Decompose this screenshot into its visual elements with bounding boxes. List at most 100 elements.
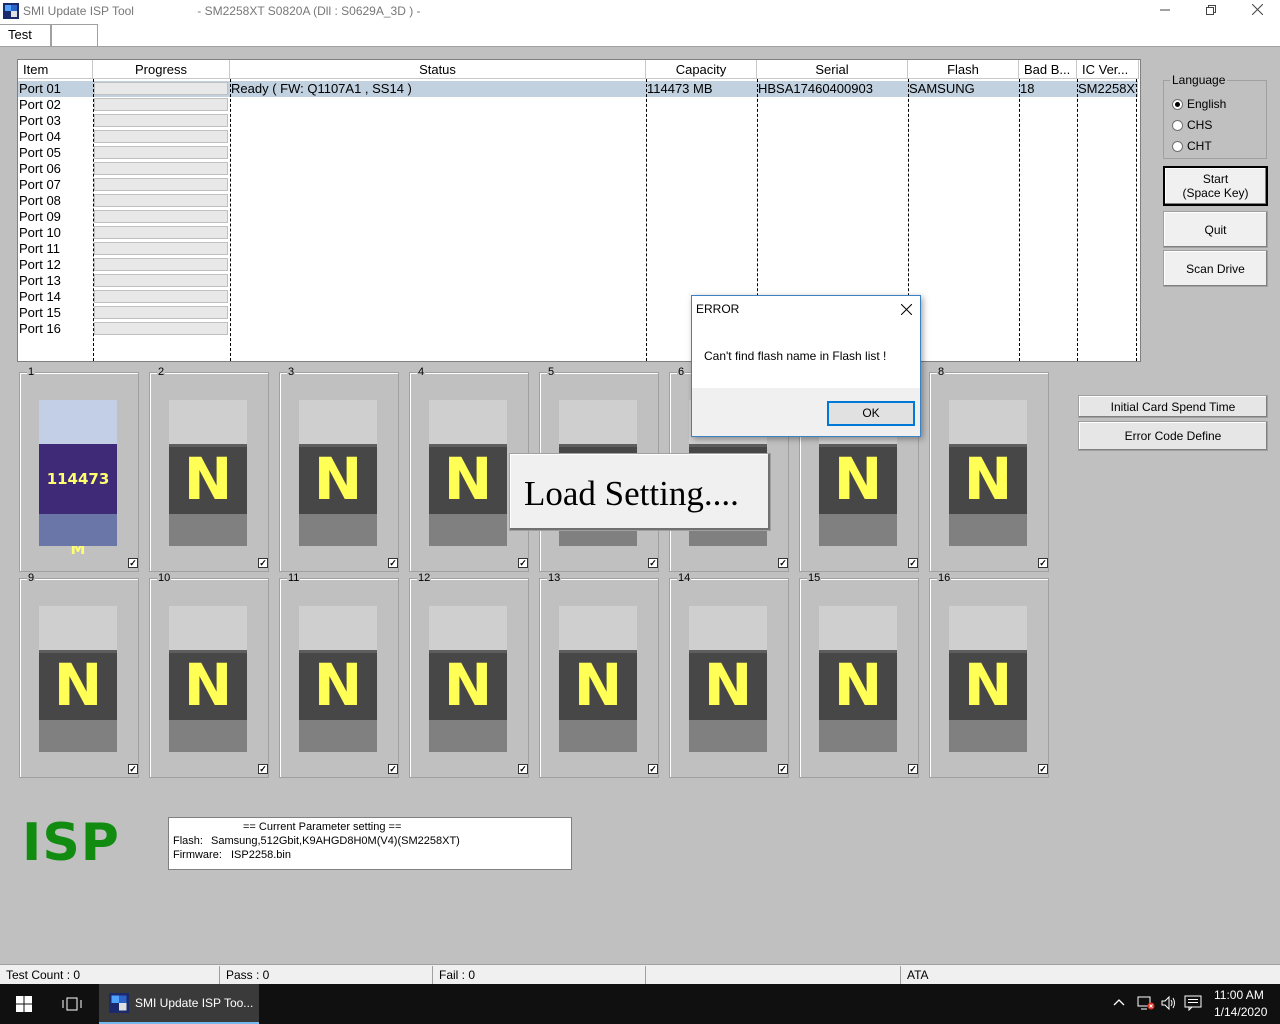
col-ic-version[interactable]: IC Ver... — [1077, 60, 1139, 79]
taskbar-app-button[interactable]: SMI Update ISP Too... — [99, 984, 259, 1024]
progress-bar — [94, 274, 228, 287]
param-firmware-value: ISP2258.bin — [231, 849, 291, 861]
port-number: 4 — [417, 366, 426, 378]
drive-icon-top — [949, 606, 1027, 650]
col-capacity[interactable]: Capacity — [646, 60, 757, 79]
start-menu-button[interactable] — [0, 984, 48, 1024]
ok-button[interactable]: OK — [827, 401, 915, 426]
tab-test[interactable]: Test — [0, 24, 51, 46]
tray-chevron-up-icon[interactable] — [1113, 996, 1125, 1010]
app-title: SMI Update ISP Tool — [23, 4, 134, 18]
task-view-button[interactable] — [48, 984, 96, 1024]
col-progress[interactable]: Progress — [93, 60, 230, 79]
radio-english-label[interactable]: English — [1187, 97, 1226, 111]
progress-bar — [94, 290, 228, 303]
progress-bar — [94, 242, 228, 255]
port-enable-checkbox[interactable]: ✓ — [778, 558, 788, 568]
volume-icon[interactable] — [1160, 995, 1178, 1014]
scan-drive-button[interactable]: Scan Drive — [1163, 250, 1268, 287]
drive-icon-top — [819, 606, 897, 650]
port-number: 9 — [27, 572, 36, 584]
radio-english[interactable] — [1172, 99, 1183, 110]
tab-blank[interactable] — [51, 24, 98, 46]
close-icon — [1251, 3, 1263, 16]
port-enable-checkbox[interactable]: ✓ — [1038, 764, 1048, 774]
drive-icon-bottom — [39, 720, 117, 752]
error-dialog-title: ERROR — [696, 302, 740, 316]
drive-status-label: N — [39, 650, 117, 720]
port-enable-checkbox[interactable]: ✓ — [518, 558, 528, 568]
progress-bar — [94, 162, 228, 175]
progress-bar — [94, 322, 228, 335]
clock-time[interactable]: 11:00 AM — [1214, 988, 1264, 1002]
port-enable-checkbox[interactable]: ✓ — [258, 558, 268, 568]
notification-icon[interactable] — [1184, 995, 1202, 1014]
isp-logo: ISP — [22, 813, 120, 873]
col-serial[interactable]: Serial — [757, 60, 908, 79]
cell-flash: SAMSUNG — [909, 81, 975, 96]
drive-icon-bottom — [949, 514, 1027, 546]
port-enable-checkbox[interactable]: ✓ — [908, 764, 918, 774]
progress-bar — [94, 194, 228, 207]
port-enable-checkbox[interactable]: ✓ — [1038, 558, 1048, 568]
quit-button[interactable]: Quit — [1163, 211, 1268, 248]
parameter-panel: == Current Parameter setting == Flash: S… — [168, 817, 572, 870]
port-enable-checkbox[interactable]: ✓ — [648, 558, 658, 568]
drive-status-label: N — [559, 650, 637, 720]
drive-icon-bottom — [819, 514, 897, 546]
port-enable-checkbox[interactable]: ✓ — [908, 558, 918, 568]
radio-chs[interactable] — [1172, 120, 1183, 131]
port-enable-checkbox[interactable]: ✓ — [518, 764, 528, 774]
port-enable-checkbox[interactable]: ✓ — [128, 764, 138, 774]
drive-icon-bottom — [429, 720, 507, 752]
radio-chs-label[interactable]: CHS — [1187, 118, 1212, 132]
port-enable-checkbox[interactable]: ✓ — [128, 558, 138, 568]
port-number: 8 — [937, 366, 946, 378]
drive-icon-bottom — [689, 720, 767, 752]
port-enable-checkbox[interactable]: ✓ — [258, 764, 268, 774]
drive-icon-bottom — [169, 720, 247, 752]
restore-button[interactable] — [1188, 0, 1234, 22]
network-icon[interactable] — [1137, 995, 1155, 1014]
error-dialog[interactable]: ERROR Can't find flash name in Flash lis… — [691, 295, 921, 437]
drive-status-label: N — [949, 444, 1027, 514]
drive-icon-top — [169, 606, 247, 650]
port-number: 14 — [677, 572, 692, 584]
param-header: == Current Parameter setting == — [243, 821, 402, 833]
progress-bar — [94, 82, 228, 95]
drive-icon-bottom — [559, 720, 637, 752]
drive-icon-top — [689, 606, 767, 650]
cell-item: Port 03 — [19, 113, 61, 128]
port-list[interactable]: Item Progress Status Capacity Serial Fla… — [17, 59, 1141, 362]
initial-card-spend-time-button[interactable]: Initial Card Spend Time — [1078, 395, 1268, 418]
col-flash[interactable]: Flash — [908, 60, 1019, 79]
radio-cht-label[interactable]: CHT — [1187, 139, 1212, 153]
port-number: 3 — [287, 366, 296, 378]
status-pass: Pass : 0 — [220, 966, 433, 984]
restore-icon — [1206, 5, 1216, 15]
cell-item: Port 10 — [19, 225, 61, 240]
port-enable-checkbox[interactable]: ✓ — [388, 764, 398, 774]
drive-status-label: N — [169, 650, 247, 720]
error-code-define-button[interactable]: Error Code Define — [1078, 421, 1268, 451]
port-enable-checkbox[interactable]: ✓ — [778, 764, 788, 774]
col-status[interactable]: Status — [230, 60, 646, 79]
port-enable-checkbox[interactable]: ✓ — [648, 764, 658, 774]
cell-item: Port 07 — [19, 177, 61, 192]
title-bar[interactable]: SMI Update ISP Tool - SM2258XT S0820A (D… — [0, 0, 1280, 22]
close-button[interactable] — [1234, 0, 1280, 22]
drive-icon-top — [299, 400, 377, 444]
port-enable-checkbox[interactable]: ✓ — [388, 558, 398, 568]
port-number: 1 — [27, 366, 36, 378]
clock-date[interactable]: 1/14/2020 — [1214, 1005, 1267, 1019]
param-flash-label: Flash: — [173, 835, 203, 847]
progress-bar — [94, 98, 228, 111]
radio-cht[interactable] — [1172, 141, 1183, 152]
col-bad-blocks[interactable]: Bad B... — [1019, 60, 1077, 79]
col-item[interactable]: Item — [18, 60, 93, 79]
cell-item: Port 12 — [19, 257, 61, 272]
drive-status-label: N — [819, 650, 897, 720]
error-dialog-close-button[interactable] — [896, 301, 916, 319]
start-button[interactable]: Start (Space Key) — [1163, 166, 1268, 206]
minimize-button[interactable] — [1142, 0, 1188, 22]
